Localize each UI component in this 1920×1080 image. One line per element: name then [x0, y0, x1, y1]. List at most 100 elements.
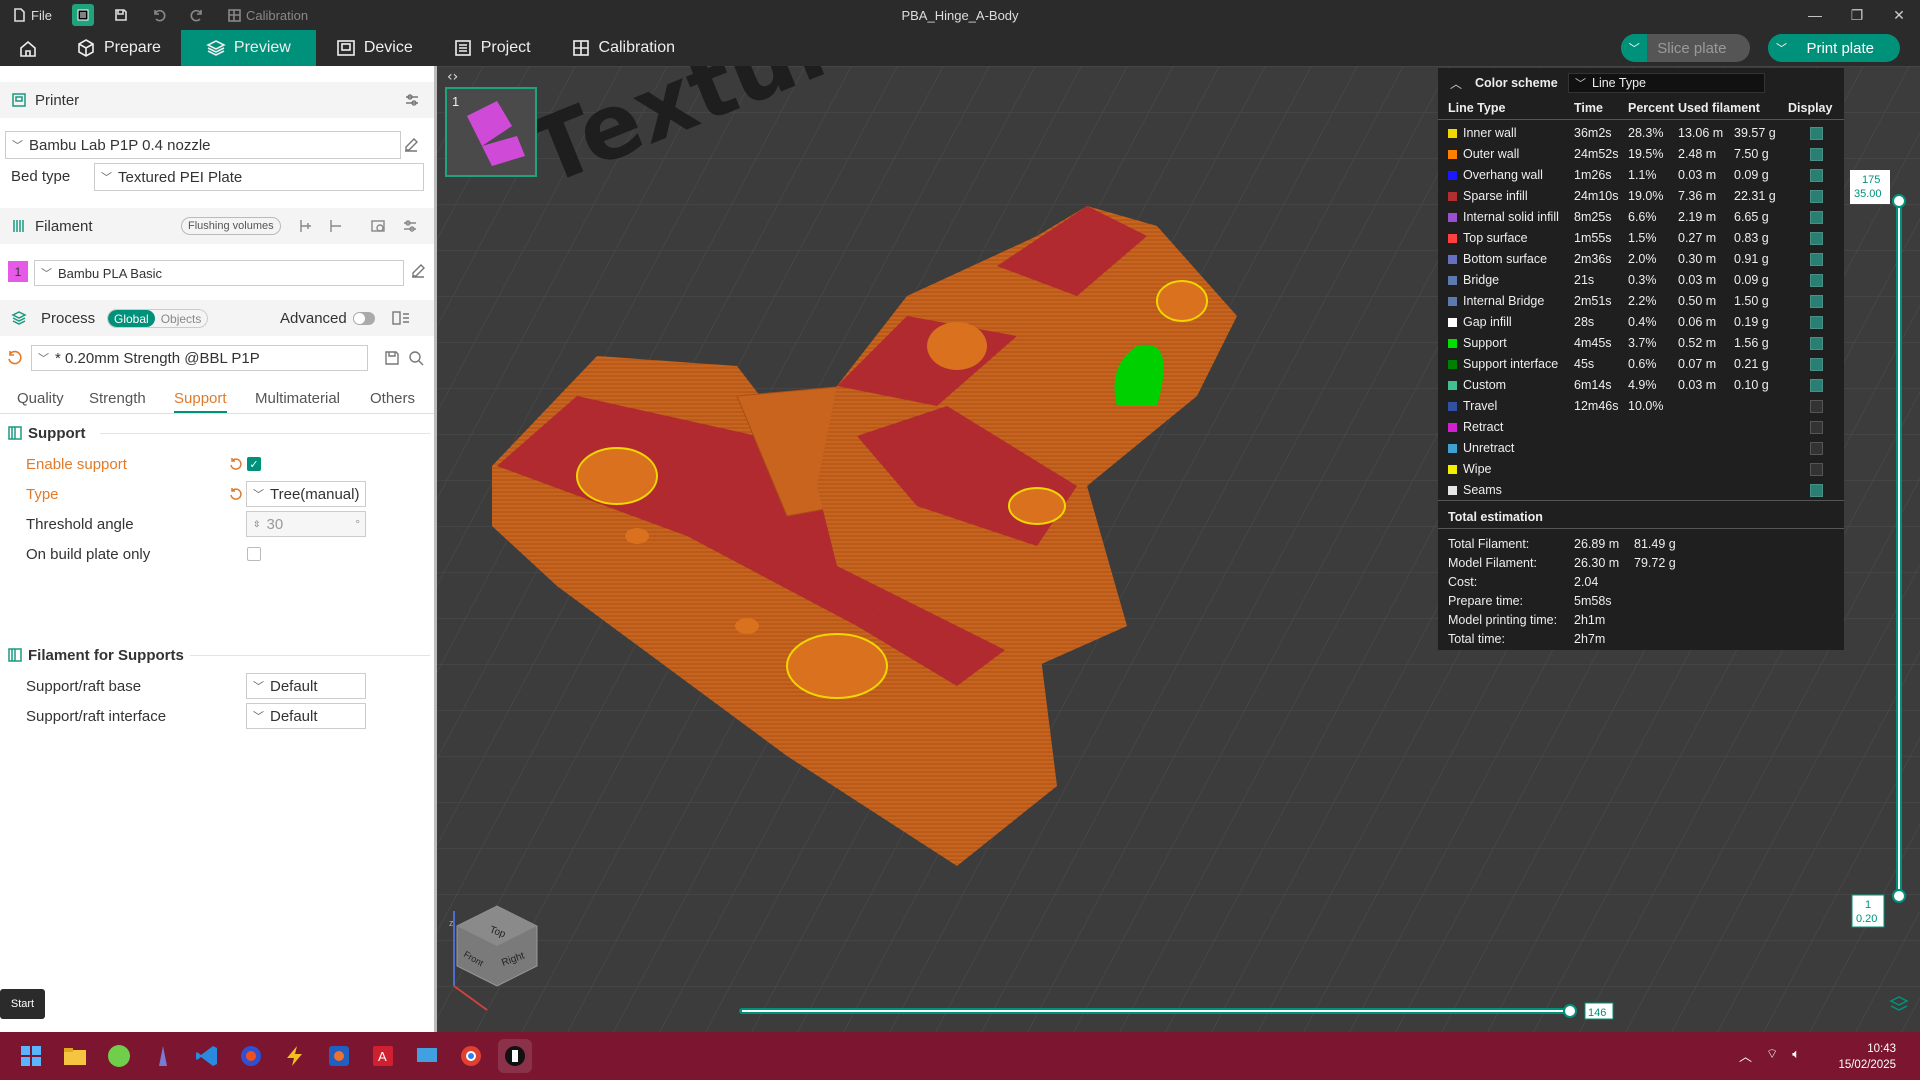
display-checkbox[interactable]: [1810, 190, 1823, 203]
file-menu[interactable]: File: [0, 0, 64, 30]
chevron-down-icon[interactable]: ﹀: [1621, 34, 1648, 62]
file-explorer-icon[interactable]: [58, 1039, 92, 1073]
legend-row[interactable]: Support interface 45s 0.6% 0.07 m 0.21 g: [1438, 354, 1844, 375]
display-checkbox[interactable]: [1810, 337, 1823, 350]
support-type-select[interactable]: ﹀ Tree(manual): [246, 481, 366, 507]
display-checkbox[interactable]: [1810, 274, 1823, 287]
system-tray[interactable]: ︿ ⌔ 🔈︎: [1739, 1046, 1800, 1065]
legend-row[interactable]: Travel 12m46s 10.0%: [1438, 396, 1844, 417]
print-plate-button[interactable]: ﹀ Print plate: [1768, 34, 1900, 62]
display-checkbox[interactable]: [1810, 253, 1823, 266]
tab-quality[interactable]: Quality: [17, 390, 64, 407]
tab-others[interactable]: Others: [370, 390, 415, 407]
tab-project[interactable]: Project: [433, 30, 551, 66]
save-preset-icon[interactable]: [384, 350, 400, 366]
close-button[interactable]: ✕: [1878, 0, 1920, 30]
legend-row[interactable]: Internal Bridge 2m51s 2.2% 0.50 m 1.50 g: [1438, 291, 1844, 312]
enable-support-checkbox[interactable]: ✓: [247, 457, 261, 471]
display-checkbox[interactable]: [1810, 358, 1823, 371]
cloud-app-icon[interactable]: [102, 1039, 136, 1073]
reset-icon[interactable]: [6, 350, 22, 366]
objects-option[interactable]: Objects: [155, 310, 208, 327]
home-button[interactable]: [0, 30, 56, 66]
collapse-panel-icon[interactable]: ‹›: [447, 69, 458, 85]
filament-settings-icon[interactable]: [402, 218, 418, 234]
filament-color-swatch[interactable]: 1: [8, 261, 28, 282]
clock[interactable]: 10:43 15/02/2025: [1838, 1041, 1896, 1073]
legend-row[interactable]: Outer wall 24m52s 19.5% 2.48 m 7.50 g: [1438, 144, 1844, 165]
tab-strength[interactable]: Strength: [89, 390, 146, 407]
settings-app-icon[interactable]: [322, 1039, 356, 1073]
maximize-button[interactable]: ❐: [1836, 0, 1878, 30]
calibration-menu[interactable]: Calibration: [216, 0, 320, 30]
threshold-angle-input[interactable]: ⇳ 30 °: [246, 511, 366, 537]
bambu-studio-icon[interactable]: [498, 1039, 532, 1073]
reset-icon[interactable]: [228, 457, 242, 471]
bed-type-select[interactable]: ﹀ Textured PEI Plate: [94, 163, 424, 191]
collapse-legend-icon[interactable]: ︿: [1450, 75, 1462, 92]
compare-presets-icon[interactable]: [392, 310, 410, 326]
tab-prepare[interactable]: Prepare: [56, 30, 181, 66]
app-icon[interactable]: [234, 1039, 268, 1073]
layer-top-handle[interactable]: [1892, 194, 1906, 208]
legend-row[interactable]: Support 4m45s 3.7% 0.52 m 1.56 g: [1438, 333, 1844, 354]
support-raft-interface-select[interactable]: ﹀ Default: [246, 703, 366, 729]
display-checkbox[interactable]: [1810, 463, 1823, 476]
legend-row[interactable]: Overhang wall 1m26s 1.1% 0.03 m 0.09 g: [1438, 165, 1844, 186]
legend-row[interactable]: Top surface 1m55s 1.5% 0.27 m 0.83 g: [1438, 228, 1844, 249]
display-checkbox[interactable]: [1810, 169, 1823, 182]
chrome-icon[interactable]: [454, 1039, 488, 1073]
add-filament-icon[interactable]: [298, 218, 314, 234]
chevron-up-icon[interactable]: ︿: [1739, 1046, 1752, 1065]
printer-select[interactable]: ﹀ Bambu Lab P1P 0.4 nozzle: [5, 131, 401, 159]
redo-button[interactable]: [178, 0, 216, 30]
windows-start-icon[interactable]: [14, 1039, 48, 1073]
flushing-volumes-button[interactable]: Flushing volumes: [181, 217, 281, 235]
spinner-icon[interactable]: ⇳: [253, 519, 261, 530]
legend-row[interactable]: Bridge 21s 0.3% 0.03 m 0.09 g: [1438, 270, 1844, 291]
filament-select[interactable]: ﹀ Bambu PLA Basic: [34, 260, 404, 286]
advanced-toggle[interactable]: [353, 312, 375, 325]
display-checkbox[interactable]: [1810, 295, 1823, 308]
display-checkbox[interactable]: [1810, 127, 1823, 140]
vscode-icon[interactable]: [190, 1039, 224, 1073]
legend-row[interactable]: Sparse infill 24m10s 19.0% 7.36 m 22.31 g: [1438, 186, 1844, 207]
legend-row[interactable]: Inner wall 36m2s 28.3% 13.06 m 39.57 g: [1438, 123, 1844, 144]
chevron-down-icon[interactable]: ﹀: [1768, 34, 1795, 62]
tab-support[interactable]: Support: [174, 390, 227, 413]
legend-row[interactable]: Gap infill 28s 0.4% 0.06 m 0.19 g: [1438, 312, 1844, 333]
display-checkbox[interactable]: [1810, 484, 1823, 497]
edit-icon[interactable]: [402, 136, 420, 154]
display-checkbox[interactable]: [1810, 442, 1823, 455]
legend-row[interactable]: Bottom surface 2m36s 2.0% 0.30 m 0.91 g: [1438, 249, 1844, 270]
legend-row[interactable]: Seams: [1438, 480, 1844, 501]
remove-filament-icon[interactable]: [328, 218, 344, 234]
sync-filament-icon[interactable]: [370, 218, 386, 234]
reset-icon[interactable]: [228, 487, 242, 501]
tab-preview[interactable]: Preview: [180, 30, 316, 66]
display-checkbox[interactable]: [1810, 400, 1823, 413]
search-icon[interactable]: [408, 350, 424, 366]
wizard-app-icon[interactable]: [146, 1039, 180, 1073]
volume-icon[interactable]: 🔈︎: [1792, 1046, 1800, 1065]
legend-row[interactable]: Retract: [1438, 417, 1844, 438]
legend-row[interactable]: Wipe: [1438, 459, 1844, 480]
tab-multimaterial[interactable]: Multimaterial: [255, 390, 340, 407]
global-option[interactable]: Global: [108, 310, 155, 327]
layer-bottom-handle[interactable]: [1892, 889, 1906, 903]
process-preset-select[interactable]: ﹀ * 0.20mm Strength @BBL P1P: [31, 345, 368, 371]
save-button[interactable]: [102, 0, 140, 30]
legend-row[interactable]: Custom 6m14s 4.9% 0.03 m 0.10 g: [1438, 375, 1844, 396]
display-checkbox[interactable]: [1810, 148, 1823, 161]
wifi-icon[interactable]: ⌔: [1766, 1046, 1778, 1065]
tab-calibration[interactable]: Calibration: [551, 30, 695, 66]
legend-row[interactable]: Unretract: [1438, 438, 1844, 459]
sidebar-toggle-button[interactable]: [71, 4, 94, 26]
slice-plate-button[interactable]: ﹀ Slice plate: [1621, 34, 1751, 62]
display-checkbox[interactable]: [1810, 421, 1823, 434]
on-build-plate-checkbox[interactable]: [247, 547, 261, 561]
lightning-app-icon[interactable]: [278, 1039, 312, 1073]
settings-sliders-icon[interactable]: [404, 92, 420, 108]
color-scheme-select[interactable]: ﹀ Line Type: [1568, 73, 1765, 93]
autocad-icon[interactable]: A: [366, 1039, 400, 1073]
